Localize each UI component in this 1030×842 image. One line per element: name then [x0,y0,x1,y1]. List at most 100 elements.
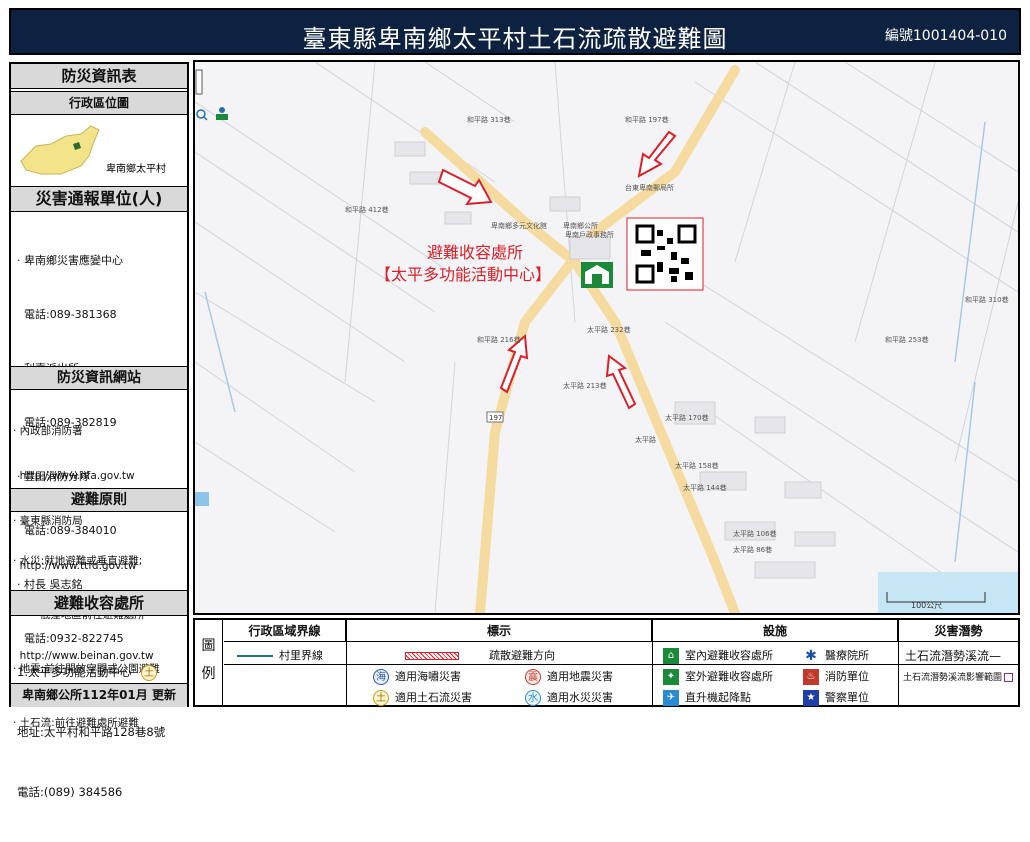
road-label: 和平路 253巷 [885,335,929,344]
fire-station-icon: ♨ [803,669,819,685]
legend-village-boundary-label: 村里界線 [279,649,323,662]
shelter-header: 避難收容處所 [11,590,187,616]
legend-fire-label: 消防單位 [825,670,869,683]
road-label: 卑南鄉公所 [563,221,598,230]
map-svg: 100公尺 太平路 213巷 太平路 太平路 170巷 太平路 158巷 太平路… [195,62,1018,613]
shelter-map-name: 【太平多功能活動中心】 [375,265,551,284]
road-label: 太平路 144巷 [683,483,727,492]
road-label: 太平路 232巷 [587,325,631,334]
map-area[interactable]: 100公尺 太平路 213巷 太平路 太平路 170巷 太平路 158巷 太平路… [193,60,1020,615]
road-label: 和平路 216巷 [477,335,521,344]
scale-label: 100公尺 [911,601,942,610]
title-bar: 臺東縣卑南鄉太平村土石流疏散避難圖 編號1001404-010 [9,8,1021,55]
locator-label: 卑南鄉太平村 [106,162,166,175]
legend-helipad: ✈ 直升機起降點 [663,689,751,706]
web-link[interactable]: http://www.nfa.gov.tw [13,469,154,484]
road-label: 和平路 313巷 [467,115,511,124]
outdoor-shelter-icon: ✦ [663,669,679,685]
road-label: 太平路 106巷 [733,529,777,538]
legend-outdoor-shelter: ✦ 室外避難收容處所 [663,668,773,685]
flood-icon: 水 [525,690,541,706]
legend-debris-stream: 土石流潛勢溪流— [905,649,1002,663]
legend-debris-area-label: 土石流潛勢溪流影響範圍 [903,673,1003,683]
update-note: 卑南鄉公所112年01月 更新 [11,683,187,707]
helicopter-icon: ✈ [663,690,679,706]
pond [195,492,209,506]
legend-flood-label: 適用水災災害 [547,691,613,704]
locator-map: 卑南鄉太平村 [11,116,187,186]
scale-panel [878,572,1018,613]
legend-hospital-label: 醫療院所 [825,649,869,662]
qr-code[interactable] [626,217,704,291]
legend-indoor-shelter: ⌂ 室內避難收容處所 [663,647,773,664]
indoor-shelter-legend-icon: ⌂ [663,648,679,664]
boundary-line-swatch [237,655,273,657]
road-label: 太平路 158巷 [675,461,719,470]
shelter-tel: 電話:(089) 384586 [17,785,123,799]
road-label: 台東卑南郵局所 [625,183,674,192]
legend-village-boundary: 村里界線 [237,647,323,663]
zoom-slider[interactable] [195,69,203,95]
road-label: 太平路 86巷 [733,545,772,554]
legend-header-facility: 設施 [653,620,898,642]
legend-tsunami-label: 適用海嘯災害 [395,670,461,683]
legend-tsunami: 海適用海嘯災害 [373,668,461,685]
web-line: ‧ 內政部消防署 [13,425,83,437]
report-line: ‧ 卑南鄉災害應變中心 [17,254,123,267]
police-icon: ★ [803,690,819,706]
map-code: 編號1001404-010 [884,28,1007,44]
shelter-title: 避難收容處所 [427,243,523,262]
legend-side-label: 圖 例 [195,620,223,705]
principle-header: 避難原則 [11,488,187,512]
medical-icon: ✱ [803,648,819,664]
legend-debris-area: 土石流潛勢溪流影響範圍 [903,670,1014,683]
legend-header-boundary: 行政區域界線 [224,620,346,642]
report-header: 災害通報單位(人) [11,186,187,212]
impact-area-swatch [1004,673,1014,682]
tsunami-icon: 海 [373,669,389,685]
shelter-name-row: 1.太平多功能活動中心 土 [17,662,165,682]
legend-debris: 土適用土石流災害 [373,689,472,706]
legend-row-divider [224,664,1018,665]
info-header: 防災資訊表 [11,63,187,89]
legend-divider [898,620,899,705]
legend-helipad-label: 直升機起降點 [685,691,751,704]
route-label: 197 [489,414,502,422]
legend-police: ★ 警察單位 [803,689,869,706]
road-label: 和平路 310巷 [965,295,1009,304]
road-label: 太平路 170巷 [665,413,709,422]
debris-icon: 土 [141,664,158,681]
map-title: 臺東縣卑南鄉太平村土石流疏散避難圖 [302,25,728,53]
legend-outdoor-label: 室外避難收容處所 [685,670,773,683]
legend-header-sign: 標示 [347,620,652,642]
legend-hospital: ✱ 醫療院所 [803,647,869,664]
legend-earthquake: 震適用地震災害 [525,668,613,685]
shelter-info: 1.太平多功能活動中心 土 地址:太平村和平路128巷8號 電話:(089) 3… [17,622,165,842]
legend-divider [346,620,347,705]
legend-header-hazard: 災害潛勢 [899,620,1018,642]
info-panel: 防災資訊表 行政區位圖 卑南鄉太平村 災害通報單位(人) ‧ 卑南鄉災害應變中心… [9,62,189,799]
legend-indoor-label: 室內避難收容處所 [685,649,773,662]
road-label: 卑南鄉多元文化館 [491,221,547,230]
person-icon[interactable] [219,107,225,113]
legend-earthquake-label: 適用地震災害 [547,670,613,683]
person-icon-base [216,114,228,120]
legend-divider [652,620,653,705]
county-shape [20,125,100,175]
road-label: 和平路 197巷 [625,115,669,124]
road-label: 太平路 213巷 [563,381,607,390]
legend: 圖 例 行政區域界線 標示 設施 災害潛勢 村里界線 疏散避難方向 海適用海嘯災… [193,618,1020,707]
debris-flow-icon: 土 [373,690,389,706]
web-header: 防災資訊網站 [11,366,187,390]
legend-evac-label: 疏散避難方向 [489,649,555,662]
legend-fire: ♨ 消防單位 [803,668,869,685]
indoor-shelter-icon [581,262,613,288]
legend-flood: 水適用水災災害 [525,689,613,706]
shelter-name: 1.太平多功能活動中心 [17,665,132,679]
shelter-addr: 地址:太平村和平路128巷8號 [17,725,166,739]
legend-police-label: 警察單位 [825,691,869,704]
locator-svg: 卑南鄉太平村 [20,125,166,175]
road-label: 太平路 [635,435,656,444]
report-line: 電話:089-381368 [17,308,117,321]
admin-header: 行政區位圖 [11,91,187,115]
